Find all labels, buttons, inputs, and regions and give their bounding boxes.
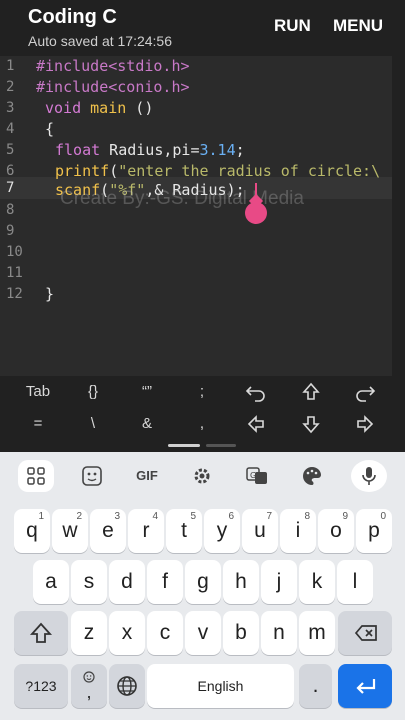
- key-g[interactable]: g: [185, 560, 221, 604]
- key-d[interactable]: d: [109, 560, 145, 604]
- theme-palette-icon[interactable]: [294, 460, 330, 492]
- app-title: Coding C: [28, 6, 117, 28]
- apps-grid-icon[interactable]: [18, 460, 54, 492]
- key-a[interactable]: a: [33, 560, 69, 604]
- key-n[interactable]: n: [261, 611, 297, 655]
- code-line-2[interactable]: #include<conio.h>: [36, 78, 190, 96]
- key-q[interactable]: q1: [14, 509, 50, 553]
- code-line-12[interactable]: }: [45, 285, 54, 303]
- key-t[interactable]: t5: [166, 509, 202, 553]
- key-u[interactable]: u7: [242, 509, 278, 553]
- key-b[interactable]: b: [223, 611, 259, 655]
- braces-key[interactable]: {}: [64, 377, 122, 407]
- sticker-icon[interactable]: [74, 460, 110, 492]
- key-p[interactable]: p0: [356, 509, 392, 553]
- line-number: 6: [6, 163, 15, 179]
- key-y[interactable]: y6: [204, 509, 240, 553]
- editor-scrollbar[interactable]: [392, 56, 405, 376]
- cursor-drag-handle[interactable]: [245, 202, 267, 224]
- line-number: 12: [6, 286, 23, 302]
- arrow-left-icon[interactable]: [227, 409, 285, 439]
- arrow-right-icon[interactable]: [336, 409, 394, 439]
- backspace-key[interactable]: [338, 611, 392, 655]
- space-bar[interactable]: English: [147, 664, 294, 708]
- period-key[interactable]: .: [299, 664, 332, 708]
- app-root: Coding C Auto saved at 17:24:56 RUN MENU…: [0, 0, 405, 720]
- line-number: 10: [6, 244, 23, 260]
- numbers-symbols-key[interactable]: ?123: [14, 664, 68, 708]
- key-c[interactable]: c: [147, 611, 183, 655]
- settings-gear-icon[interactable]: [184, 460, 220, 492]
- app-header: Coding C Auto saved at 17:24:56 RUN MENU: [0, 0, 405, 56]
- key-h[interactable]: h: [223, 560, 259, 604]
- line-number: 5: [6, 142, 15, 158]
- panel-indicator: [206, 444, 236, 447]
- equals-key[interactable]: =: [9, 409, 67, 439]
- key-r[interactable]: r4: [128, 509, 164, 553]
- key-v[interactable]: v: [185, 611, 221, 655]
- backslash-key[interactable]: \: [64, 409, 122, 439]
- line-number: 9: [6, 223, 15, 239]
- enter-key[interactable]: [338, 664, 392, 708]
- key-i[interactable]: i8: [280, 509, 316, 553]
- line-number: 8: [6, 202, 15, 218]
- key-o[interactable]: o9: [318, 509, 354, 553]
- ampersand-key[interactable]: &: [118, 409, 176, 439]
- microphone-icon[interactable]: [351, 460, 387, 492]
- line-number: 3: [6, 100, 15, 116]
- line-number: 11: [6, 265, 23, 281]
- key-j[interactable]: j: [261, 560, 297, 604]
- comma-key[interactable]: ,: [173, 409, 231, 439]
- language-globe-icon[interactable]: [109, 664, 145, 708]
- code-line-5[interactable]: float Radius,pi=3.14;: [55, 141, 245, 159]
- svg-text:G: G: [250, 471, 256, 480]
- emoji-comma-key[interactable]: ,: [71, 664, 107, 708]
- quotes-key[interactable]: “”: [118, 377, 176, 407]
- code-line-1[interactable]: #include<stdio.h>: [36, 57, 190, 75]
- code-line-6[interactable]: printf("enter the radius of circle:\: [55, 162, 380, 180]
- line-number: 1: [6, 58, 15, 74]
- key-s[interactable]: s: [71, 560, 107, 604]
- semicolon-key[interactable]: ;: [173, 377, 231, 407]
- key-m[interactable]: m: [299, 611, 335, 655]
- code-editor[interactable]: 1 2 3 4 5 6 7 8 9 10 11 12 #include<stdi…: [0, 56, 392, 376]
- run-button[interactable]: RUN: [274, 16, 311, 36]
- key-l[interactable]: l: [337, 560, 373, 604]
- watermark-text: Create By:-GS. Digital Media: [60, 188, 304, 209]
- autosave-status: Auto saved at 17:24:56: [28, 33, 172, 49]
- key-f[interactable]: f: [147, 560, 183, 604]
- key-e[interactable]: e3: [90, 509, 126, 553]
- line-number: 2: [6, 79, 15, 95]
- shift-key[interactable]: [14, 611, 68, 655]
- key-z[interactable]: z: [71, 611, 107, 655]
- line-number: 4: [6, 121, 15, 137]
- symbol-bar: Tab {} “” ; = \ & ,: [0, 376, 405, 452]
- menu-button[interactable]: MENU: [333, 16, 383, 36]
- tab-key[interactable]: Tab: [9, 377, 67, 407]
- panel-indicator-active: [168, 444, 200, 447]
- undo-icon[interactable]: [227, 377, 285, 407]
- gif-button[interactable]: GIF: [129, 460, 165, 492]
- soft-keyboard: GIF G q1 w2 e3 r4 t5 y6 u7 i8 o9 p0 a s …: [0, 452, 405, 720]
- code-line-3[interactable]: void main (): [45, 99, 153, 117]
- code-line-4[interactable]: {: [45, 120, 54, 138]
- shift-up-icon[interactable]: [282, 377, 340, 407]
- key-w[interactable]: w2: [52, 509, 88, 553]
- translate-icon[interactable]: G: [239, 460, 275, 492]
- line-number-active: 7: [6, 180, 15, 196]
- key-x[interactable]: x: [109, 611, 145, 655]
- key-k[interactable]: k: [299, 560, 335, 604]
- redo-icon[interactable]: [336, 377, 394, 407]
- arrow-down-icon[interactable]: [282, 409, 340, 439]
